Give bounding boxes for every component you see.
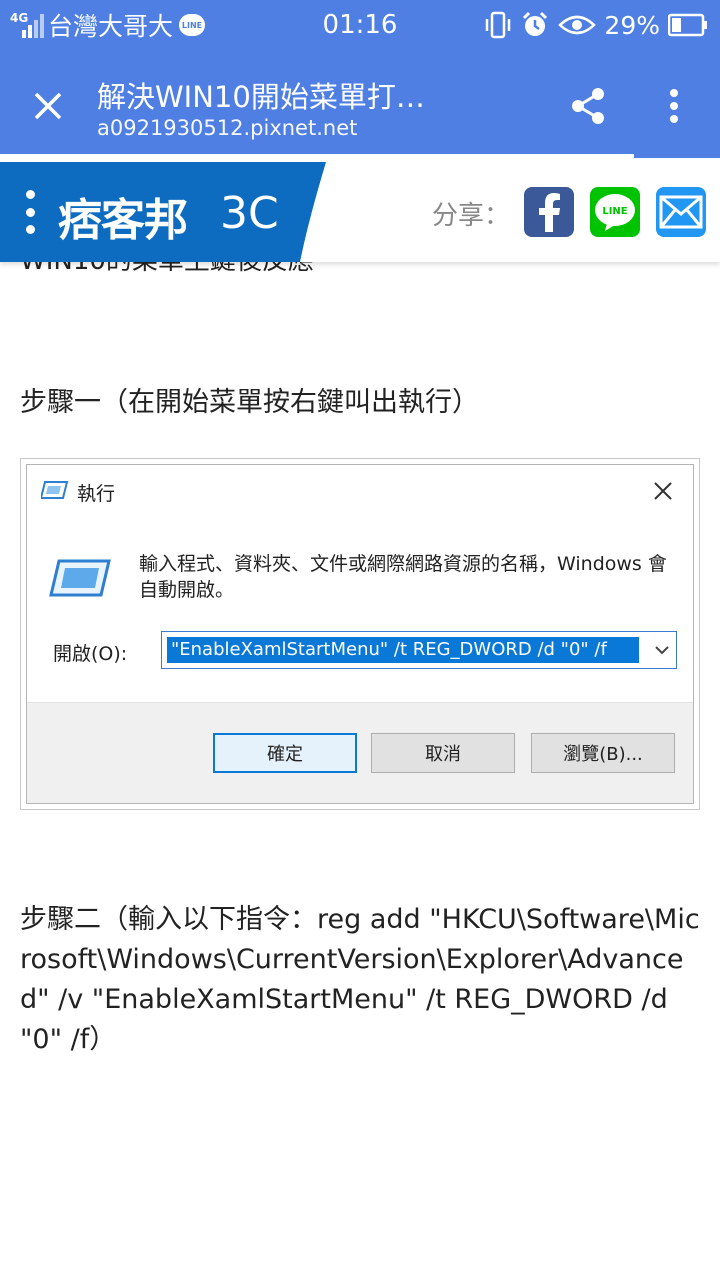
mail-icon	[659, 195, 703, 229]
close-button[interactable]	[26, 84, 70, 128]
more-options-button[interactable]	[652, 84, 696, 128]
vibrate-icon	[486, 11, 511, 39]
open-label: 開啟(O):	[53, 643, 128, 665]
close-icon	[34, 92, 62, 120]
page-title: 解決WIN10開始菜單打…	[97, 80, 425, 114]
chevron-down-icon[interactable]	[654, 642, 670, 658]
share-label: 分享：	[432, 201, 511, 231]
step-one-text: 步驟一（在開始菜單按右鍵叫出執行）	[20, 387, 479, 418]
line-share-button[interactable]: LINE	[590, 187, 640, 237]
facebook-share-button[interactable]	[524, 187, 574, 237]
dialog-title: 執行	[77, 483, 116, 505]
run-large-icon	[49, 559, 111, 597]
page-url: a0921930512.pixnet.net	[97, 116, 358, 140]
dialog-description: 輸入程式、資料夾、文件或網際網路資源的名稱，Windows 會自動開啟。	[139, 553, 667, 601]
progress-fill	[0, 154, 634, 158]
status-right: 29%	[484, 9, 708, 41]
run-command-value: "EnableXamlStartMenu" /t REG_DWORD /d "0…	[167, 637, 639, 663]
email-share-button[interactable]	[656, 187, 706, 237]
menu-dot	[25, 190, 35, 199]
battery-icon	[668, 13, 707, 37]
alarm-icon	[523, 11, 548, 36]
dialog-button-bar: 確定 取消 瀏覽(B)...	[27, 702, 693, 803]
browse-button[interactable]: 瀏覽(B)...	[531, 733, 675, 773]
page-load-progress	[0, 154, 720, 158]
browser-app-bar: 解決WIN10開始菜單打… a0921930512.pixnet.net	[0, 50, 720, 158]
dialog-close-button[interactable]	[645, 473, 681, 509]
line-share-icon: LINE	[595, 194, 635, 231]
site-logo[interactable]: 痞客邦	[58, 184, 188, 248]
eye-icon	[558, 15, 597, 35]
menu-dot	[25, 225, 35, 234]
ok-button[interactable]: 確定	[213, 733, 357, 773]
run-command-input[interactable]: "EnableXamlStartMenu" /t REG_DWORD /d "0…	[161, 631, 677, 669]
run-icon	[41, 481, 69, 499]
close-icon	[654, 482, 672, 500]
site-menu-button[interactable]	[22, 190, 38, 234]
facebook-icon	[539, 193, 560, 232]
site-section-label[interactable]: 3C	[220, 188, 279, 239]
dialog-body: 執行 輸入程式、資料夾、文件或網際網路資源的名稱，Windows 會自動開啟。 …	[27, 465, 693, 702]
run-dialog-screenshot[interactable]: 執行 輸入程式、資料夾、文件或網際網路資源的名稱，Windows 會自動開啟。 …	[20, 458, 700, 810]
step-two-text: 步驟二（輸入以下指令：reg add "HKCU\Software\Micros…	[20, 904, 700, 1055]
more-vertical-icon	[670, 89, 678, 123]
cancel-button[interactable]: 取消	[371, 733, 515, 773]
site-header: 痞客邦 3C 分享： LINE	[0, 162, 720, 262]
battery-percent: 29%	[604, 10, 660, 40]
share-icon	[572, 88, 604, 124]
menu-dot	[25, 207, 35, 217]
run-dialog: 執行 輸入程式、資料夾、文件或網際網路資源的名稱，Windows 會自動開啟。 …	[26, 464, 694, 804]
line-share-text: LINE	[602, 206, 627, 217]
share-button[interactable]	[566, 84, 610, 128]
status-bar: 4G 台灣大哥大 LINE 01:16 29%	[0, 0, 720, 50]
